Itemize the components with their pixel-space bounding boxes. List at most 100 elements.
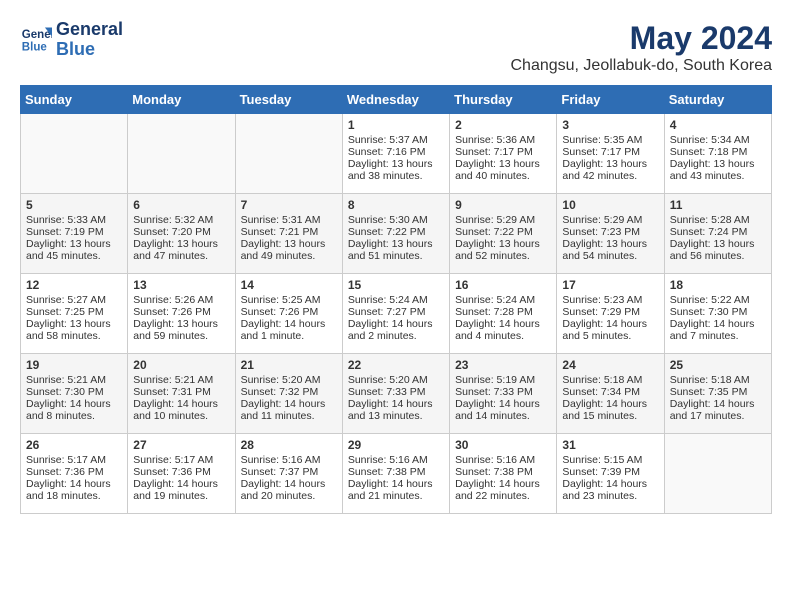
- cell-content-line: and 11 minutes.: [241, 410, 337, 422]
- cell-content-line: Sunrise: 5:36 AM: [455, 134, 551, 146]
- day-number: 15: [348, 278, 444, 292]
- day-number: 10: [562, 198, 658, 212]
- day-number: 27: [133, 438, 229, 452]
- day-number: 25: [670, 358, 766, 372]
- page-header: General Blue General Blue May 2024 Chang…: [20, 20, 772, 75]
- cell-content-line: Daylight: 14 hours: [562, 398, 658, 410]
- cell-content-line: and 52 minutes.: [455, 250, 551, 262]
- calendar-cell: 10Sunrise: 5:29 AMSunset: 7:23 PMDayligh…: [557, 194, 664, 274]
- calendar-cell: 27Sunrise: 5:17 AMSunset: 7:36 PMDayligh…: [128, 434, 235, 514]
- day-number: 19: [26, 358, 122, 372]
- column-header-wednesday: Wednesday: [342, 86, 449, 114]
- cell-content-line: Daylight: 13 hours: [455, 158, 551, 170]
- location-subtitle: Changsu, Jeollabuk-do, South Korea: [510, 57, 772, 75]
- cell-content-line: Sunset: 7:30 PM: [26, 386, 122, 398]
- day-number: 16: [455, 278, 551, 292]
- cell-content-line: Sunrise: 5:19 AM: [455, 374, 551, 386]
- cell-content-line: Sunset: 7:16 PM: [348, 146, 444, 158]
- cell-content-line: Sunset: 7:38 PM: [455, 466, 551, 478]
- cell-content-line: Sunset: 7:17 PM: [562, 146, 658, 158]
- cell-content-line: Daylight: 13 hours: [670, 158, 766, 170]
- cell-content-line: and 40 minutes.: [455, 170, 551, 182]
- calendar-cell: 4 Sunrise: 5:34 AMSunset: 7:18 PMDaylight…: [664, 114, 771, 194]
- calendar-cell: 3Sunrise: 5:35 AMSunset: 7:17 PMDaylight…: [557, 114, 664, 194]
- calendar-cell: 28Sunrise: 5:16 AMSunset: 7:37 PMDayligh…: [235, 434, 342, 514]
- cell-content-line: Daylight: 14 hours: [562, 318, 658, 330]
- cell-content-line: Daylight: 13 hours: [348, 238, 444, 250]
- cell-content-line: and 56 minutes.: [670, 250, 766, 262]
- cell-content-line: Daylight: 13 hours: [26, 238, 122, 250]
- cell-content-line: Sunrise: 5:27 AM: [26, 294, 122, 306]
- calendar-week-row: 12Sunrise: 5:27 AMSunset: 7:25 PMDayligh…: [21, 274, 772, 354]
- cell-content-line: Daylight: 14 hours: [348, 478, 444, 490]
- cell-content-line: Sunrise: 5:21 AM: [26, 374, 122, 386]
- day-number: 26: [26, 438, 122, 452]
- cell-content-line: and 23 minutes.: [562, 490, 658, 502]
- cell-content-line: Sunrise: 5:20 AM: [241, 374, 337, 386]
- day-number: 9: [455, 198, 551, 212]
- cell-content-line: Daylight: 13 hours: [133, 238, 229, 250]
- cell-content-line: Sunset: 7:35 PM: [670, 386, 766, 398]
- calendar-cell: 6Sunrise: 5:32 AMSunset: 7:20 PMDaylight…: [128, 194, 235, 274]
- day-number: 6: [133, 198, 229, 212]
- cell-content-line: and 14 minutes.: [455, 410, 551, 422]
- cell-content-line: and 4 minutes.: [455, 330, 551, 342]
- cell-content-line: and 2 minutes.: [348, 330, 444, 342]
- calendar-cell: 20Sunrise: 5:21 AMSunset: 7:31 PMDayligh…: [128, 354, 235, 434]
- cell-content-line: and 51 minutes.: [348, 250, 444, 262]
- day-number: 4: [670, 118, 766, 132]
- cell-content-line: Sunrise: 5:34 AM: [670, 134, 766, 146]
- cell-content-line: Daylight: 14 hours: [348, 398, 444, 410]
- cell-content-line: Daylight: 14 hours: [348, 318, 444, 330]
- cell-content-line: Sunrise: 5:17 AM: [26, 454, 122, 466]
- cell-content-line: Sunset: 7:33 PM: [455, 386, 551, 398]
- cell-content-line: Sunrise: 5:22 AM: [670, 294, 766, 306]
- cell-content-line: and 49 minutes.: [241, 250, 337, 262]
- cell-content-line: Sunrise: 5:37 AM: [348, 134, 444, 146]
- day-number: 22: [348, 358, 444, 372]
- cell-content-line: Sunset: 7:24 PM: [670, 226, 766, 238]
- calendar-cell: 14Sunrise: 5:25 AMSunset: 7:26 PMDayligh…: [235, 274, 342, 354]
- cell-content-line: Sunset: 7:36 PM: [26, 466, 122, 478]
- cell-content-line: and 5 minutes.: [562, 330, 658, 342]
- calendar-cell: 17Sunrise: 5:23 AMSunset: 7:29 PMDayligh…: [557, 274, 664, 354]
- cell-content-line: Sunrise: 5:16 AM: [455, 454, 551, 466]
- cell-content-line: Sunrise: 5:24 AM: [348, 294, 444, 306]
- cell-content-line: and 15 minutes.: [562, 410, 658, 422]
- column-header-saturday: Saturday: [664, 86, 771, 114]
- cell-content-line: and 54 minutes.: [562, 250, 658, 262]
- calendar-cell: 11Sunrise: 5:28 AMSunset: 7:24 PMDayligh…: [664, 194, 771, 274]
- cell-content-line: Daylight: 14 hours: [241, 478, 337, 490]
- calendar-cell: 5Sunrise: 5:33 AMSunset: 7:19 PMDaylight…: [21, 194, 128, 274]
- calendar-cell: [128, 114, 235, 194]
- calendar-cell: [235, 114, 342, 194]
- calendar-week-row: 5Sunrise: 5:33 AMSunset: 7:19 PMDaylight…: [21, 194, 772, 274]
- month-year-title: May 2024: [510, 20, 772, 57]
- cell-content-line: Sunset: 7:33 PM: [348, 386, 444, 398]
- cell-content-line: Sunrise: 5:30 AM: [348, 214, 444, 226]
- calendar-cell: 7Sunrise: 5:31 AMSunset: 7:21 PMDaylight…: [235, 194, 342, 274]
- calendar-cell: 13Sunrise: 5:26 AMSunset: 7:26 PMDayligh…: [128, 274, 235, 354]
- column-header-sunday: Sunday: [21, 86, 128, 114]
- day-number: 17: [562, 278, 658, 292]
- calendar-cell: 22Sunrise: 5:20 AMSunset: 7:33 PMDayligh…: [342, 354, 449, 434]
- cell-content-line: and 43 minutes.: [670, 170, 766, 182]
- day-number: 31: [562, 438, 658, 452]
- cell-content-line: Sunset: 7:31 PM: [133, 386, 229, 398]
- calendar-table: SundayMondayTuesdayWednesdayThursdayFrid…: [20, 85, 772, 514]
- cell-content-line: Sunrise: 5:32 AM: [133, 214, 229, 226]
- day-number: 28: [241, 438, 337, 452]
- cell-content-line: Daylight: 14 hours: [455, 478, 551, 490]
- logo-text: General Blue: [56, 20, 123, 60]
- cell-content-line: Sunset: 7:18 PM: [670, 146, 766, 158]
- cell-content-line: Sunrise: 5:21 AM: [133, 374, 229, 386]
- cell-content-line: and 59 minutes.: [133, 330, 229, 342]
- cell-content-line: Sunset: 7:19 PM: [26, 226, 122, 238]
- svg-text:Blue: Blue: [22, 41, 48, 53]
- calendar-week-row: 26 Sunrise: 5:17 AMSunset: 7:36 PM Dayligh…: [21, 434, 772, 514]
- cell-content-line: and 45 minutes.: [26, 250, 122, 262]
- day-number: 30: [455, 438, 551, 452]
- title-block: May 2024 Changsu, Jeollabuk-do, South Ko…: [510, 20, 772, 75]
- cell-content-line: Sunset: 7:39 PM: [562, 466, 658, 478]
- cell-content-line: Daylight: 14 hours: [562, 478, 658, 490]
